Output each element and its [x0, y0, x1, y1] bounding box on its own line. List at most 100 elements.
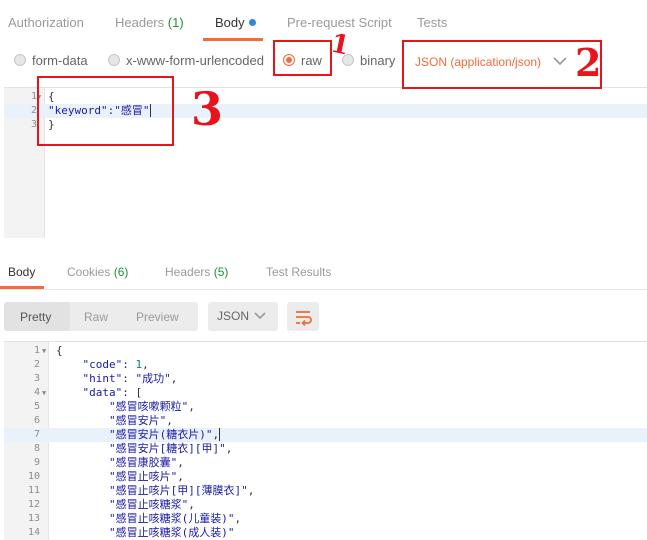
tab-authorization[interactable]: Authorization — [8, 15, 84, 30]
json-sep: : — [122, 372, 136, 385]
code-text: "data": [ — [56, 386, 143, 400]
response-tab-body[interactable]: Body — [8, 265, 35, 279]
response-tabs: Body Cookies (6) Headers (5) Test Result… — [0, 255, 647, 290]
tab-headers[interactable]: Headers (1) — [115, 15, 184, 30]
code-text: "code": 1, — [56, 358, 149, 372]
code-line: 2 "code": 1, — [4, 358, 647, 372]
json-tail: , — [177, 470, 184, 483]
code-text: "感冒康胶囊", — [56, 456, 184, 470]
tab-tests[interactable]: Tests — [417, 15, 447, 30]
json-value: "感冒安片" — [108, 414, 167, 427]
code-line: 5 "感冒咳嗽颗粒", — [4, 400, 647, 414]
format-dropdown-label: JSON — [217, 309, 250, 323]
raw-button[interactable]: Raw — [84, 310, 108, 324]
line-number: 1 — [30, 91, 37, 102]
code-text: "hint": "成功", — [56, 372, 178, 386]
code-text: "感冒安片", — [56, 414, 173, 428]
wrap-lines-icon — [296, 311, 312, 327]
line-number: 3 — [30, 119, 37, 130]
line-number: 2 — [33, 359, 40, 370]
response-headers-count: (5) — [213, 265, 229, 279]
code-text: { — [56, 344, 63, 358]
annotation-number-2: 2 — [575, 40, 602, 85]
json-text: { — [56, 344, 63, 357]
line-number: 7 — [33, 429, 40, 440]
json-tail: , — [188, 498, 195, 511]
annotation-box-3 — [37, 76, 174, 146]
radio-form-data[interactable]: form-data — [14, 53, 88, 68]
json-value: "感冒康胶囊" — [108, 456, 178, 469]
code-line: 7 "感冒安片(糖衣片)", — [4, 428, 647, 442]
json-tail: , — [170, 372, 178, 385]
radio-form-data-label: form-data — [32, 53, 88, 68]
line-number: 4 — [33, 387, 40, 398]
response-body-viewer[interactable]: 1 ▼{2 "code": 1, 3 "hint": "成功", 4 ▼ "data":… — [4, 341, 647, 540]
json-tail: , — [234, 512, 242, 525]
wrap-lines-button[interactable] — [287, 302, 319, 331]
json-tail: , — [177, 456, 184, 469]
response-tab-test-results[interactable]: Test Results — [266, 265, 331, 279]
response-tab-cookies[interactable]: Cookies (6) — [67, 265, 128, 279]
radio-icon — [108, 54, 120, 66]
json-value: "感冒止咳片" — [108, 470, 178, 483]
annotation-number-3: 3 — [191, 82, 224, 136]
json-sep: : — [122, 358, 136, 371]
code-line: 1 ▼ { — [4, 344, 647, 358]
radio-urlencoded[interactable]: x-www-form-urlencoded — [108, 53, 264, 68]
code-line: 3 "hint": "成功", — [4, 372, 647, 386]
json-value: "感冒安片[糖衣][甲]" — [108, 442, 226, 455]
request-tabs: Authorization Headers (1) Body Pre-reque… — [0, 0, 647, 42]
line-number: 14 — [27, 527, 40, 538]
line-number: 3 — [33, 373, 40, 384]
json-key: "data" — [82, 386, 123, 399]
line-number: 2 — [30, 105, 37, 116]
line-number: 6 — [33, 415, 40, 426]
code-text: "感冒止咳糖浆", — [56, 498, 195, 512]
radio-binary-label: binary — [360, 53, 396, 68]
json-key: "hint" — [82, 372, 123, 385]
json-tail: , — [225, 442, 233, 455]
code-text: "感冒咳嗽颗粒", — [56, 400, 195, 414]
code-line: 12 "感冒止咳糖浆", — [4, 498, 647, 512]
json-value: "感冒安片(糖衣片)" — [108, 428, 213, 441]
code-line: 14 "感冒止咳糖浆(成人装)" — [4, 526, 647, 540]
code-text: "感冒止咳片", — [56, 470, 184, 484]
active-tab-indicator — [203, 38, 263, 41]
code-text: "感冒止咳片[甲][薄膜衣]", — [56, 484, 254, 498]
json-sep: : — [122, 386, 136, 399]
tab-headers-label: Headers — [115, 15, 165, 30]
code-line: 11 "感冒止咳片[甲][薄膜衣]", — [4, 484, 647, 498]
tab-pre-request-script[interactable]: Pre-request Script — [287, 15, 392, 30]
code-line: 8 "感冒安片[糖衣][甲]", — [4, 442, 647, 456]
radio-binary[interactable]: binary — [342, 53, 395, 68]
response-headers-label: Headers — [165, 265, 211, 279]
code-text: "感冒安片[糖衣][甲]", — [56, 442, 232, 456]
json-value: "感冒止咳糖浆(成人装)" — [108, 526, 235, 539]
annotation-box-1 — [273, 40, 332, 76]
fold-arrow-icon[interactable]: ▼ — [42, 344, 46, 358]
code-text: "感冒止咳糖浆(儿童装)", — [56, 512, 241, 526]
tab-body[interactable]: Body — [215, 15, 256, 30]
pretty-button[interactable]: Pretty — [20, 310, 51, 324]
code-line: 6 "感冒安片", — [4, 414, 647, 428]
line-number: 1 — [33, 345, 40, 356]
text-cursor — [219, 428, 221, 441]
code-text: "感冒安片(糖衣片)", — [56, 428, 221, 442]
json-key: "code" — [82, 358, 123, 371]
json-tail: , — [247, 484, 255, 497]
line-number: 11 — [27, 485, 40, 496]
fold-arrow-icon[interactable]: ▼ — [42, 386, 46, 400]
preview-button[interactable]: Preview — [136, 310, 179, 324]
line-number: 8 — [33, 443, 40, 454]
response-tab-headers[interactable]: Headers (5) — [165, 265, 228, 279]
